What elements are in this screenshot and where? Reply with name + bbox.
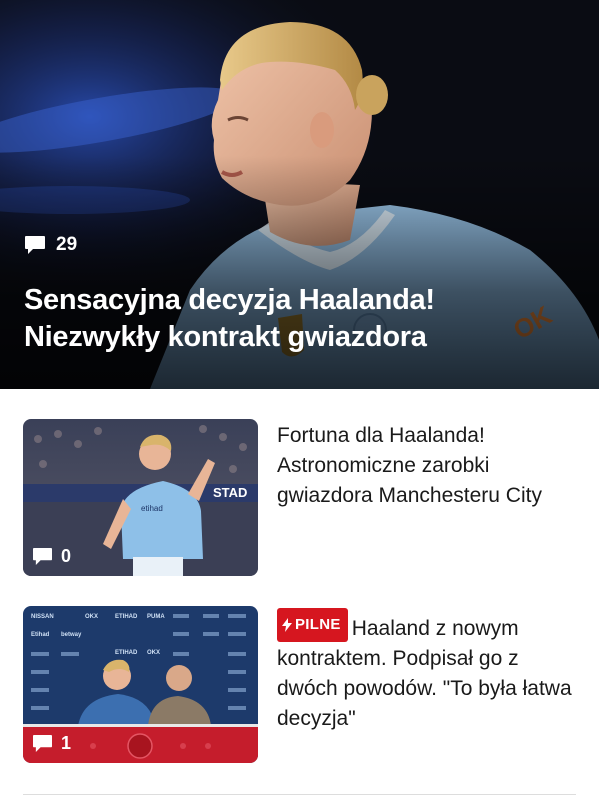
article-title[interactable]: Fortuna dla Haalanda! Astronomiczne zaro… (277, 419, 576, 576)
hero-title[interactable]: Sensacyjna decyzja Haalanda! Niezwykły k… (24, 282, 564, 356)
sponsor-logo: Etihad (31, 632, 50, 638)
article-comment-count[interactable]: 0 (32, 546, 71, 567)
sponsor-logo: PUMA (147, 614, 165, 620)
sponsor-logo: ETIHAD (115, 614, 138, 620)
speech-bubble-icon (33, 547, 52, 566)
svg-text:etihad: etihad (141, 504, 163, 513)
list-item[interactable]: STAD etihad 0 Fortuna dla Haalanda! Astr… (23, 419, 576, 576)
hero-title-line1: Sensacyjna decyzja Haalanda! (24, 284, 435, 316)
article-thumbnail[interactable]: NISSAN OKX ETIHAD PUMA Etihad betway ETI… (23, 606, 258, 763)
sponsor-logo: OKX (85, 614, 98, 620)
list-item[interactable]: NISSAN OKX ETIHAD PUMA Etihad betway ETI… (23, 606, 576, 763)
hero-comment-count-value: 29 (56, 234, 78, 255)
article-comment-count-value: 1 (61, 733, 72, 753)
speech-bubble-icon (25, 236, 45, 254)
hero-title-line2: Niezwykły kontrakt gwiazdora (24, 321, 427, 353)
breaking-badge-label: PILNE (295, 616, 341, 633)
lightning-icon (282, 618, 292, 632)
sponsor-logo: NISSAN (31, 614, 54, 620)
list-divider (23, 794, 576, 795)
sponsor-logo: ETIHAD (115, 650, 138, 656)
speech-bubble-icon (33, 734, 52, 753)
hero-comment-count[interactable]: 29 (24, 234, 77, 256)
svg-text:STAD: STAD (213, 485, 247, 500)
hero-article[interactable]: OK 29 Sensacyjna decyzja Haalanda! Niezw… (0, 0, 599, 389)
sponsor-logo: betway (61, 632, 82, 638)
sponsor-logo: OKX (147, 650, 160, 656)
article-comment-count[interactable]: 1 (32, 733, 71, 754)
article-comment-count-value: 0 (61, 546, 72, 566)
article-title[interactable]: PILNE Haaland z nowym kontraktem. Podpis… (277, 606, 576, 763)
breaking-badge: PILNE (277, 608, 348, 642)
article-thumbnail[interactable]: STAD etihad 0 (23, 419, 258, 576)
